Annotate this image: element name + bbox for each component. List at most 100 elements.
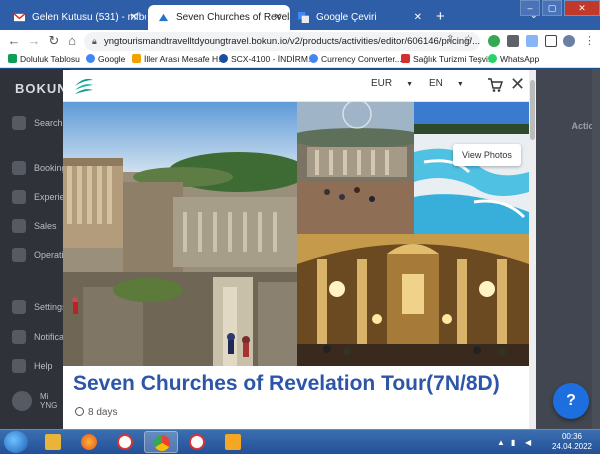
tab-gmail[interactable]: Gelen Kutusu (531) - mfbodrum ✕: [4, 5, 146, 30]
yandex-icon: [189, 434, 205, 450]
forward-icon[interactable]: →: [26, 33, 42, 48]
back-icon[interactable]: ←: [6, 33, 22, 48]
clock-icon: [75, 407, 84, 416]
volume-icon[interactable]: ◀: [525, 438, 531, 447]
company-logo: [75, 78, 93, 94]
tray-arrow-icon[interactable]: ▲: [497, 438, 505, 447]
folder-icon: [45, 434, 61, 450]
tab-seven-churches[interactable]: Seven Churches of Revelation ✕: [148, 5, 290, 30]
whatsapp-icon: [488, 54, 497, 63]
firefox-icon: [81, 434, 97, 450]
bookmark-item[interactable]: WhatsApp: [488, 54, 539, 64]
cart-icon[interactable]: [487, 77, 503, 93]
sidebar-item-sales[interactable]: Sales: [12, 219, 57, 233]
tab-close-icon[interactable]: ✕: [274, 5, 282, 30]
search-icon: [12, 116, 26, 130]
health-icon: [401, 54, 410, 63]
url-field[interactable]: 🔒︎ yngtourismandtravelltdyoungtravel.bok…: [84, 32, 480, 51]
taskbar-explorer[interactable]: [36, 431, 70, 453]
taskbar-chrome[interactable]: [144, 431, 178, 453]
maximize-button[interactable]: ▢: [542, 0, 562, 16]
taskbar-yandex-2[interactable]: [180, 431, 214, 453]
sidebar-item-help[interactable]: Help: [12, 359, 53, 373]
mail-icon: [225, 434, 241, 450]
translate-icon: [298, 12, 309, 23]
sidebar-user[interactable]: Mi YNG: [12, 391, 57, 411]
new-tab-button[interactable]: +: [436, 8, 445, 25]
start-button[interactable]: [4, 431, 28, 453]
windows-taskbar: ▲ ▮ ◀ 00:36 24.04.2022: [0, 429, 600, 454]
bookmark-item[interactable]: Currency Converter...: [309, 54, 402, 64]
gear-icon: [12, 300, 26, 314]
home-icon[interactable]: ⌂: [64, 33, 80, 48]
chrome-icon: [154, 435, 170, 451]
bookmark-star-icon[interactable]: ☆: [464, 34, 473, 45]
google-icon: [86, 54, 95, 63]
extension-icon[interactable]: [488, 35, 500, 47]
lock-icon: 🔒︎: [92, 36, 97, 46]
close-icon[interactable]: ✕: [510, 73, 525, 95]
caret-down-icon: ▼: [406, 81, 414, 88]
scrollbar-thumb[interactable]: [530, 80, 535, 140]
sidebar-search[interactable]: Search: [12, 116, 63, 130]
bookmark-item[interactable]: Google: [86, 54, 125, 64]
sheet-icon: [8, 54, 17, 63]
screen: Gelen Kutusu (531) - mfbodrum ✕ Seven Ch…: [0, 0, 600, 454]
bookmark-item[interactable]: Doluluk Tablosu: [8, 54, 80, 64]
system-clock[interactable]: 00:36 24.04.2022: [552, 432, 592, 452]
distance-icon: [132, 54, 141, 63]
modal-scrollbar[interactable]: [529, 70, 536, 429]
sidebar-item-settings[interactable]: Settings: [12, 300, 67, 314]
bookings-icon: [12, 161, 26, 175]
yandex-icon: [117, 434, 133, 450]
taskbar-firefox[interactable]: [72, 431, 106, 453]
bookmark-item[interactable]: İller Arası Mesafe H...: [132, 54, 225, 64]
app-sidebar: BOKUN Search Bookings Experiences Sales …: [0, 69, 84, 429]
clock-time: 00:36: [561, 432, 582, 441]
photo-ruins-crowd[interactable]: [297, 102, 414, 234]
duration: 8 days: [75, 407, 117, 418]
photo-gallery[interactable]: View Photos: [63, 102, 529, 366]
media-icon[interactable]: [526, 35, 538, 47]
bokun-icon: [158, 13, 169, 22]
currency-select[interactable]: EUR ▼: [371, 78, 413, 89]
app-logo: BOKUN: [15, 81, 68, 96]
app-scrollbar[interactable]: [592, 69, 600, 429]
photo-pamukkale[interactable]: [414, 102, 529, 234]
language-select[interactable]: EN ▼: [429, 78, 464, 89]
sidepanel-icon[interactable]: [545, 35, 557, 47]
photo-church-interior[interactable]: [297, 234, 529, 366]
modal-header: EUR ▼ EN ▼ ✕: [63, 70, 529, 102]
operations-icon: [12, 248, 26, 262]
taskbar-mail[interactable]: [216, 431, 250, 453]
network-icon[interactable]: ▮: [511, 438, 515, 447]
window-close-button[interactable]: ✕: [564, 0, 600, 16]
bell-icon: [12, 330, 26, 344]
view-photos-button[interactable]: View Photos: [453, 144, 521, 166]
avatar[interactable]: [563, 35, 575, 47]
menu-icon[interactable]: ⋮: [584, 34, 595, 47]
tab-google-translate[interactable]: Google Çeviri ✕: [288, 5, 430, 30]
photo-ephesus-ruins[interactable]: [63, 102, 297, 366]
bookmark-item[interactable]: SCX-4100 - İNDİRM...: [219, 54, 315, 64]
google-icon: [309, 54, 318, 63]
browser-tab-strip: Gelen Kutusu (531) - mfbodrum ✕ Seven Ch…: [0, 0, 600, 30]
avatar: [12, 391, 32, 411]
reload-icon[interactable]: ↻: [46, 33, 62, 49]
tab-close-icon[interactable]: ✕: [414, 5, 422, 30]
puzzle-icon[interactable]: [507, 35, 519, 47]
help-icon: [12, 359, 26, 373]
tab-close-icon[interactable]: ✕: [130, 5, 138, 30]
url-text: yngtourismandtravelltdyoungtravel.bokun.…: [104, 36, 480, 47]
taskbar-yandex[interactable]: [108, 431, 142, 453]
bookmarks-bar: Doluluk Tablosu Google İller Arası Mesaf…: [0, 52, 600, 68]
tab-title: Google Çeviri: [316, 12, 377, 23]
help-button[interactable]: ?: [553, 383, 589, 419]
bookmark-item[interactable]: Sağlık Turizmi Teşvi...: [401, 54, 495, 64]
minimize-button[interactable]: –: [520, 0, 540, 16]
experiences-icon: [12, 190, 26, 204]
sales-icon: [12, 219, 26, 233]
share-icon[interactable]: ⇪: [446, 34, 454, 45]
samsung-icon: [219, 54, 228, 63]
browser-toolbar: ← → ↻ ⌂ 🔒︎ yngtourismandtravelltdyoungtr…: [0, 30, 600, 52]
